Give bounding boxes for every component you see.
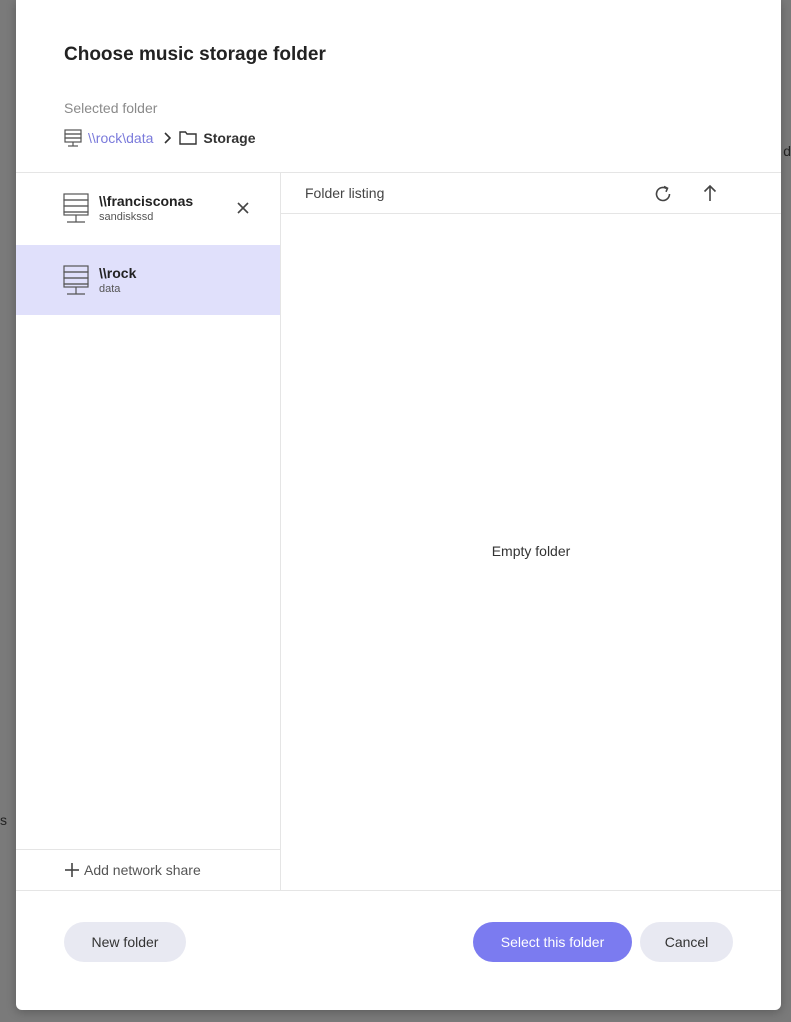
- share-name: \\rock: [99, 265, 137, 281]
- backdrop-text: s: [0, 812, 7, 828]
- refresh-icon[interactable]: [653, 184, 673, 209]
- plus-icon: [64, 862, 80, 878]
- browser-panes: \\francisconas sandiskssd \\rock data Ad…: [16, 172, 781, 891]
- add-network-share-label: Add network share: [84, 862, 201, 878]
- add-network-share-button[interactable]: Add network share: [16, 849, 280, 890]
- close-icon[interactable]: [236, 201, 250, 220]
- share-item-rock[interactable]: \\rock data: [16, 245, 280, 315]
- cancel-button[interactable]: Cancel: [640, 922, 733, 962]
- dialog-footer: New folder Select this folder Cancel: [16, 890, 781, 1010]
- network-share-list: \\francisconas sandiskssd \\rock data Ad…: [16, 173, 281, 890]
- arrow-up-icon[interactable]: [703, 184, 717, 207]
- folder-icon: [179, 130, 198, 146]
- new-folder-button[interactable]: New folder: [64, 922, 186, 962]
- select-folder-button[interactable]: Select this folder: [473, 922, 632, 962]
- folder-listing-pane: Folder listing Empty folder: [281, 173, 781, 890]
- server-icon: [63, 193, 89, 228]
- dialog-title: Choose music storage folder: [64, 44, 326, 65]
- backdrop-text: d: [783, 143, 791, 159]
- breadcrumb-current: Storage: [203, 130, 256, 146]
- breadcrumb-link-share[interactable]: \\rock\data: [88, 130, 153, 146]
- chevron-right-icon: [163, 132, 172, 144]
- breadcrumb: \\rock\data Storage: [64, 128, 256, 148]
- share-subtitle: data: [99, 283, 121, 295]
- server-icon: [64, 129, 82, 147]
- selected-folder-label: Selected folder: [64, 100, 158, 116]
- choose-folder-dialog: Choose music storage folder Selected fol…: [16, 0, 781, 1010]
- folder-listing-header: Folder listing: [281, 173, 781, 214]
- share-name: \\francisconas: [99, 193, 194, 209]
- server-icon: [63, 265, 89, 300]
- share-subtitle: sandiskssd: [99, 211, 154, 223]
- folder-listing-title: Folder listing: [305, 185, 385, 201]
- share-item-francisconas[interactable]: \\francisconas sandiskssd: [16, 173, 280, 243]
- empty-folder-message: Empty folder: [491, 543, 571, 559]
